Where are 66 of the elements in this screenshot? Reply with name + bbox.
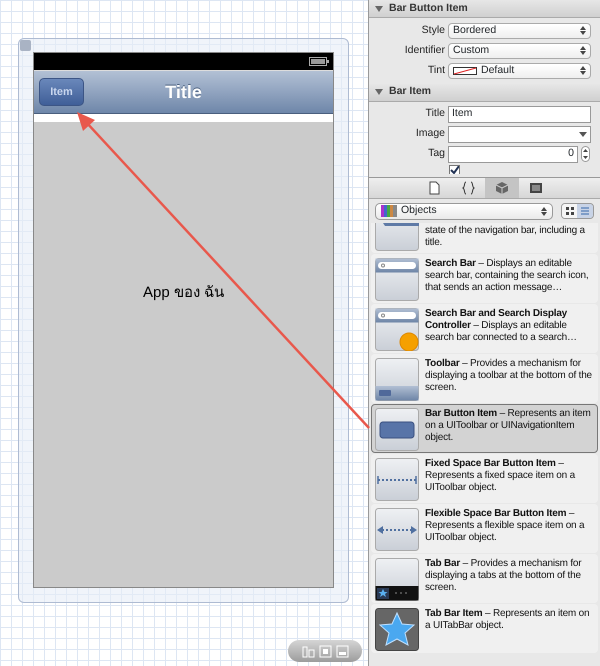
expanded-triangle-icon[interactable] [375, 88, 383, 96]
dropdown[interactable]: Custom [448, 42, 591, 59]
caret-icon [579, 132, 587, 137]
expanded-triangle-icon[interactable] [375, 4, 383, 12]
item-description: Flexible Space Bar Button Item – Represents a flexible space item on a UIToolbar object. [425, 508, 586, 545]
bar-button-icon [375, 408, 419, 451]
file-icon[interactable] [426, 181, 440, 195]
braces-icon[interactable] [460, 181, 474, 195]
item-description: Bar Button Item – Represents an item on a UIToolbar or UINavigationItem object. [425, 408, 592, 445]
stepper-arrows-icon [580, 66, 586, 76]
library-item[interactable]: Tab Bar – Provides a mechanism for displaying a tabs at the bottom of the screen. [371, 554, 598, 603]
field-label: Tag [427, 146, 445, 162]
section-title: Bar Button Item [389, 0, 468, 16]
grid-view-icon[interactable] [564, 206, 575, 216]
library-item[interactable]: Flexible Space Bar Button Item – Represents a flexible space item on a UIToolbar object. [371, 504, 598, 553]
cube-icon[interactable] [494, 181, 508, 195]
text-field[interactable]: Item [448, 106, 591, 123]
item-description: Tab Bar Item – Represents an item on a UITabBar object. [425, 608, 590, 633]
dropdown-value: Objects [401, 203, 438, 218]
stepper-arrows-icon [540, 206, 547, 216]
library-icon [381, 205, 397, 217]
library-item[interactable]: Toolbar – Provides a mechanism for displaying a toolbar at the bottom of the screen. [371, 354, 598, 403]
combo-field[interactable] [448, 126, 591, 143]
library-item[interactable]: Bar Button Item – Represents an item on a UIToolbar or UINavigationItem object. [371, 404, 598, 453]
search-bar-icon [375, 258, 419, 301]
fixed-space-icon [375, 458, 419, 501]
stepper-arrows-icon [580, 26, 586, 36]
item-description: Tab Bar – Provides a mechanism for displaying a tabs at the bottom of the screen. [425, 558, 582, 595]
checkbox[interactable] [449, 164, 460, 174]
library-item[interactable]: state of the navigation bar, including a title. [371, 223, 598, 253]
zoom-icon[interactable] [318, 644, 332, 658]
zoom-icon[interactable] [336, 644, 348, 658]
tab-bar-icon [375, 558, 419, 601]
library-item[interactable]: Tab Bar Item – Represents an item on a UITabBar object. [371, 604, 598, 653]
nav-title: Title [165, 80, 202, 104]
zoom-icon[interactable] [302, 644, 314, 658]
library-item[interactable]: Search Bar and Search Display Controller – Displays an editable search bar connected to a search… [371, 304, 598, 353]
field-label: Identifier [404, 42, 445, 58]
library-item[interactable]: Fixed Space Bar Button Item – Represents a fixed space item on a UIToolbar object. [371, 454, 598, 503]
dropdown[interactable]: Bordered [448, 22, 591, 39]
item-description: Search Bar and Search Display Controller – Displays an editable search bar connected to a search… [425, 308, 578, 345]
color-swatch-icon [453, 66, 477, 75]
item-description: Search Bar – Displays an editable search bar, containing the search icon, that sends an action message… [425, 258, 590, 295]
item-description: Fixed Space Bar Button Item – Represents a fixed space item on a UIToolbar object. [425, 458, 576, 495]
library-item[interactable]: Search Bar – Displays an editable search bar, containing the search icon, that sends an action message… [371, 254, 598, 303]
stepper-icon[interactable] [581, 146, 590, 162]
field-label: Style [420, 22, 445, 38]
library-filter-dropdown[interactable]: Objects [375, 202, 553, 220]
content-label: App ของ ฉัน [142, 283, 224, 302]
dropdown[interactable]: Default [448, 62, 591, 79]
search-display-icon [375, 308, 419, 351]
stepper-arrows-icon [580, 46, 586, 56]
field-label: Title [424, 106, 445, 122]
toolbar-icon [375, 358, 419, 401]
item-description: state of the navigation bar, including a title. [425, 224, 586, 249]
field-label: Tint [426, 62, 445, 78]
section-title: Bar Item [389, 84, 432, 100]
field-label: Image [414, 126, 445, 142]
list-view-icon[interactable] [580, 206, 590, 216]
dropdown-value: Default [481, 62, 516, 78]
dropdown-value: Custom [453, 42, 490, 58]
number-field[interactable]: 0 [448, 146, 578, 163]
item-description: Toolbar – Provides a mechanism for displaying a toolbar at the bottom of the screen. [425, 358, 593, 395]
dropdown-value: Bordered [453, 22, 498, 38]
film-icon[interactable] [528, 181, 542, 195]
flexible-space-icon [375, 508, 419, 551]
